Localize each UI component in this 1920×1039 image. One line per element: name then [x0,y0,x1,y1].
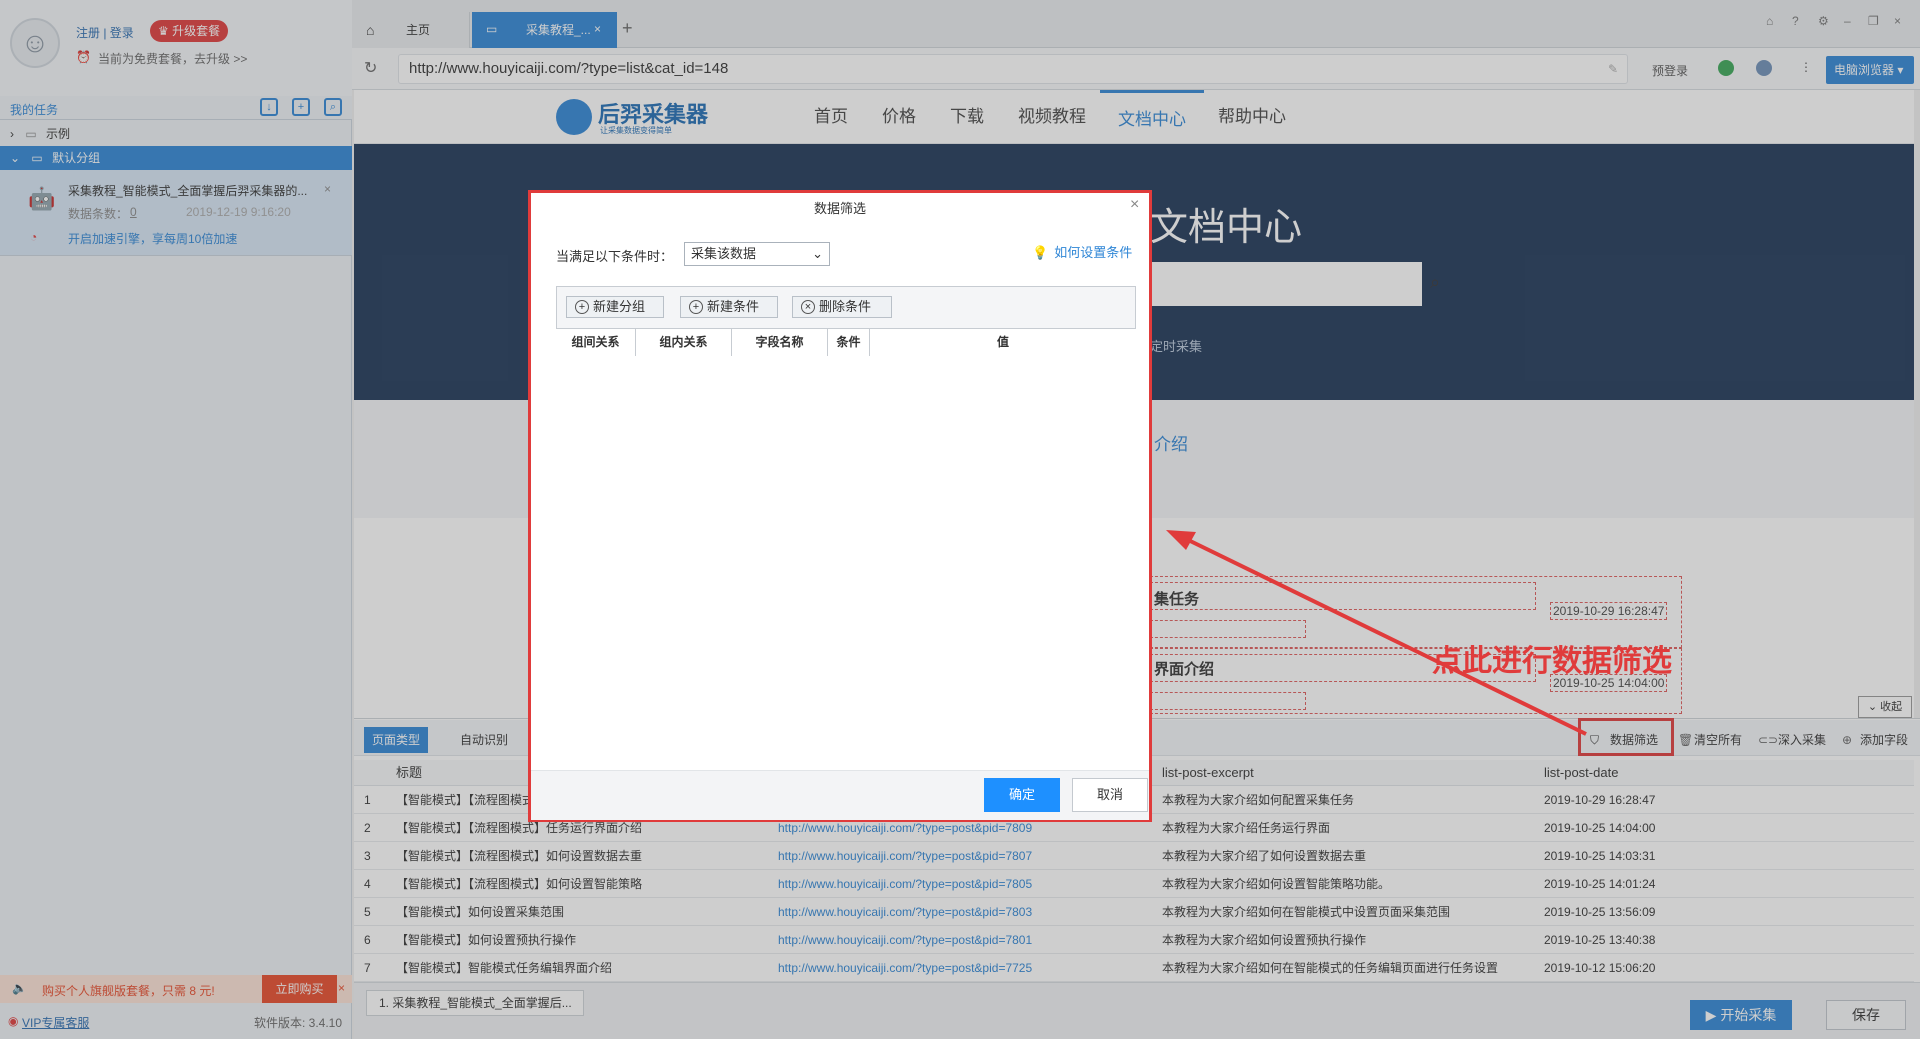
annotation-arrow [1166,530,1587,736]
annotation-text: 点此进行数据筛选 [1432,645,1672,678]
